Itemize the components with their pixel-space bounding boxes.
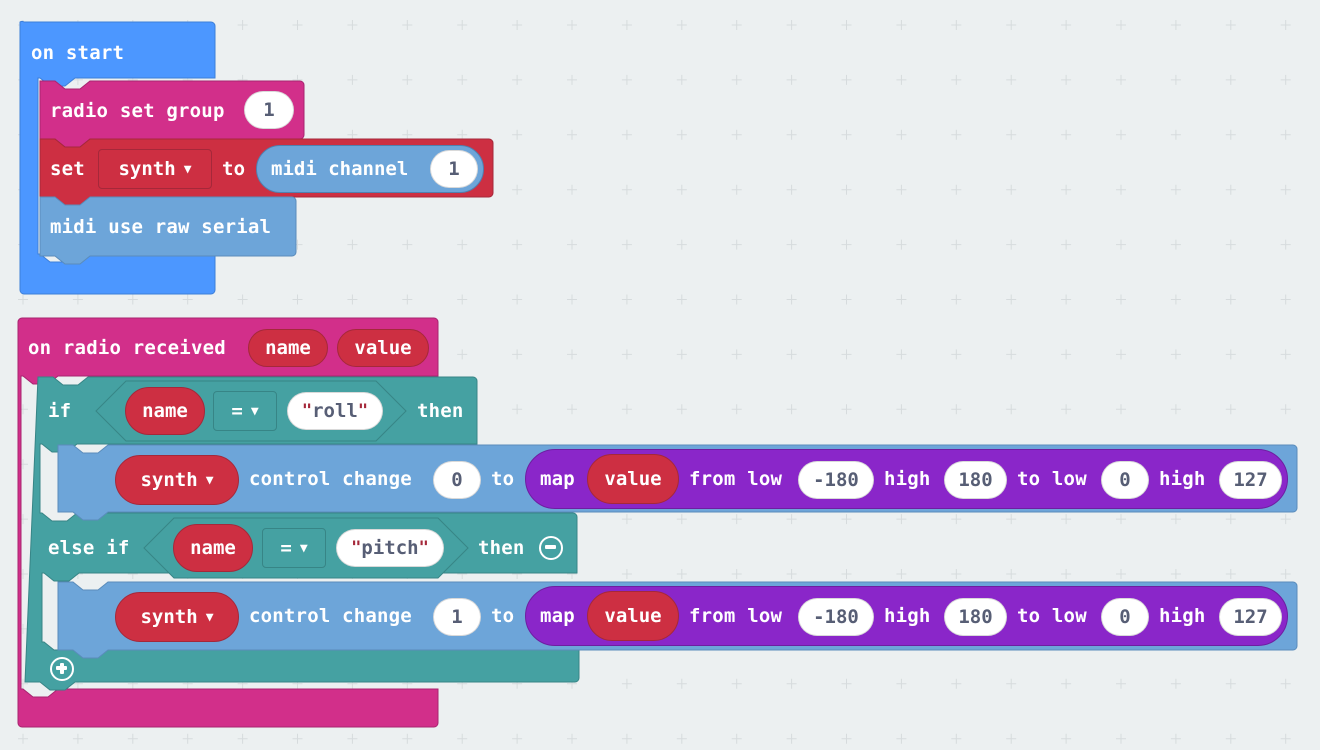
caret-down-icon: ▼ bbox=[299, 540, 308, 556]
to-low-input-1[interactable]: 0 bbox=[1101, 461, 1149, 499]
quote-open: " bbox=[351, 538, 362, 558]
from-high-input-1[interactable]: 180 bbox=[944, 461, 1007, 499]
synth-dropdown-1[interactable]: synth ▼ bbox=[115, 455, 239, 505]
from-high-input-2[interactable]: 180 bbox=[944, 598, 1007, 636]
map-label: map bbox=[540, 605, 575, 627]
string-value: pitch bbox=[361, 537, 419, 559]
map-value-2[interactable]: value bbox=[587, 591, 679, 641]
high-label-2: high bbox=[1159, 468, 1206, 490]
add-branch-icon[interactable] bbox=[50, 657, 74, 681]
from-low-label: from low bbox=[689, 605, 783, 627]
if-label: if bbox=[48, 400, 72, 422]
from-low-input-1[interactable]: -180 bbox=[798, 461, 874, 499]
from-low-label: from low bbox=[689, 468, 783, 490]
quote-close: " bbox=[418, 538, 429, 558]
synth-label: synth bbox=[140, 606, 198, 628]
condition-1-right[interactable]: " roll " bbox=[287, 392, 383, 430]
caret-down-icon: ▼ bbox=[250, 403, 259, 419]
caret-down-icon: ▼ bbox=[205, 472, 214, 488]
then-label: then bbox=[417, 400, 464, 422]
to-high-input-1[interactable]: 127 bbox=[1219, 461, 1282, 499]
high-label: high bbox=[884, 605, 931, 627]
quote-close: " bbox=[357, 401, 369, 421]
synth-dropdown-2[interactable]: synth ▼ bbox=[115, 592, 239, 642]
to-low-input-2[interactable]: 0 bbox=[1101, 598, 1149, 636]
operator-label: = bbox=[231, 400, 243, 422]
synth-label: synth bbox=[140, 469, 198, 491]
control-change-label: control change bbox=[249, 468, 412, 490]
high-label-2: high bbox=[1159, 605, 1206, 627]
from-low-input-2[interactable]: -180 bbox=[798, 598, 874, 636]
param-name[interactable]: name bbox=[248, 329, 328, 367]
condition-2-left[interactable]: name bbox=[173, 524, 253, 572]
caret-down-icon: ▼ bbox=[205, 609, 214, 625]
condition-1-left[interactable]: name bbox=[125, 387, 205, 435]
then-label-2: then bbox=[478, 537, 525, 559]
to-label: to bbox=[491, 468, 515, 490]
else-if-label: else if bbox=[48, 537, 130, 559]
quote-open: " bbox=[301, 401, 313, 421]
control-input-1[interactable]: 0 bbox=[433, 461, 481, 499]
operator-dropdown-2[interactable]: = ▼ bbox=[262, 528, 326, 568]
param-value[interactable]: value bbox=[337, 329, 429, 367]
control-input-2[interactable]: 1 bbox=[433, 598, 481, 636]
on-radio-received-label: on radio received bbox=[28, 337, 226, 359]
to-low-label: to low bbox=[1017, 605, 1087, 627]
remove-branch-icon[interactable] bbox=[539, 536, 563, 560]
map-label: map bbox=[540, 468, 575, 490]
operator-dropdown-1[interactable]: = ▼ bbox=[213, 391, 277, 431]
to-high-input-2[interactable]: 127 bbox=[1219, 598, 1282, 636]
operator-label: = bbox=[280, 537, 292, 559]
high-label: high bbox=[884, 468, 931, 490]
control-change-label: control change bbox=[249, 605, 412, 627]
condition-2-right[interactable]: " pitch " bbox=[336, 529, 444, 567]
to-low-label: to low bbox=[1017, 468, 1087, 490]
map-value-1[interactable]: value bbox=[587, 454, 679, 504]
to-label: to bbox=[491, 605, 515, 627]
string-value: roll bbox=[312, 400, 358, 422]
